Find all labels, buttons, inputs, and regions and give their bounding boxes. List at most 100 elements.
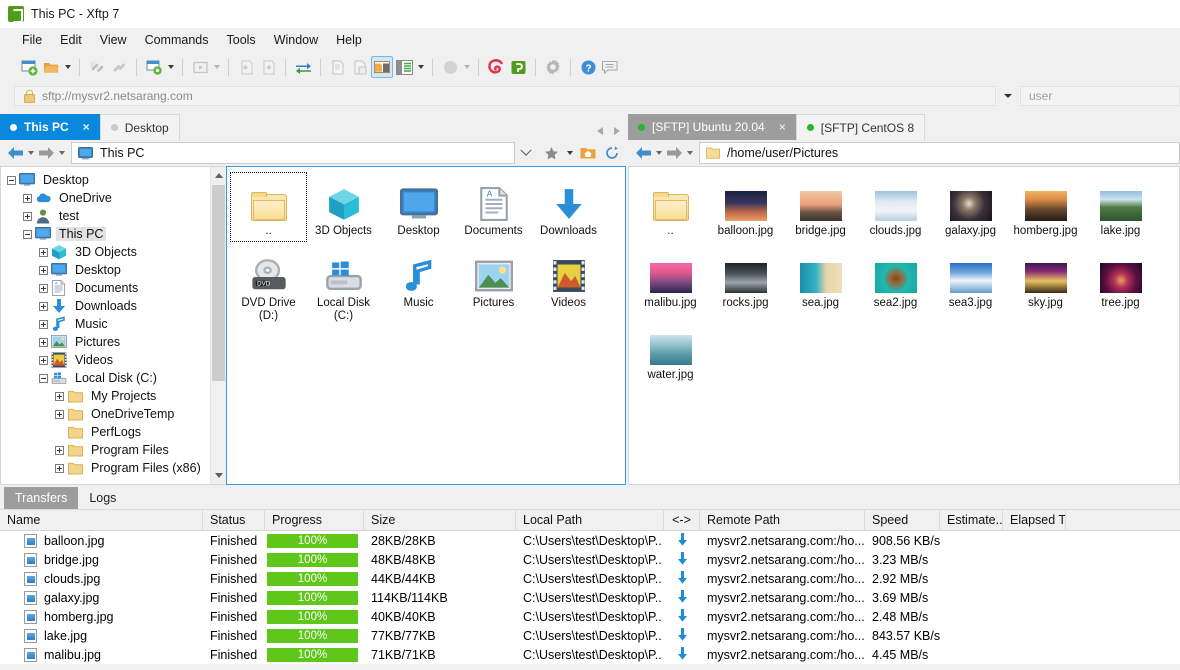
- table-row[interactable]: galaxy.jpgFinished100%114KB/114KBC:\User…: [0, 588, 1180, 607]
- tree-item-local-disk-c[interactable]: Local Disk (C:): [1, 369, 226, 387]
- xftp-icon[interactable]: [507, 56, 529, 78]
- remote-file-item[interactable]: balloon.jpg: [708, 173, 783, 241]
- close-icon[interactable]: ×: [83, 121, 90, 133]
- feedback-icon[interactable]: [599, 56, 621, 78]
- help-icon[interactable]: ?: [577, 56, 599, 78]
- forward-history-dropdown-icon[interactable]: [56, 142, 67, 164]
- favorites-dropdown-icon[interactable]: [564, 142, 575, 164]
- menu-window[interactable]: Window: [265, 30, 327, 50]
- table-row[interactable]: balloon.jpgFinished100%28KB/28KBC:\Users…: [0, 531, 1180, 550]
- expand-icon[interactable]: [55, 410, 64, 419]
- file-item[interactable]: Desktop: [381, 173, 456, 241]
- table-row[interactable]: lake.jpgFinished100%77KB/77KBC:\Users\te…: [0, 626, 1180, 645]
- menu-commands[interactable]: Commands: [136, 30, 218, 50]
- tree-item-3d-objects[interactable]: 3D Objects: [1, 243, 226, 261]
- menu-tools[interactable]: Tools: [218, 30, 265, 50]
- file-item[interactable]: ..: [231, 173, 306, 241]
- tree-item-test[interactable]: test: [1, 207, 226, 225]
- session-properties-icon[interactable]: [143, 56, 165, 78]
- folder-pane-toggle-icon[interactable]: [371, 56, 393, 78]
- back-history-dropdown-icon[interactable]: [25, 142, 36, 164]
- expand-icon[interactable]: [55, 446, 64, 455]
- open-folder-dropdown-icon[interactable]: [62, 56, 73, 78]
- chevron-left-icon[interactable]: [597, 127, 603, 135]
- user-input[interactable]: user: [1020, 86, 1180, 106]
- tab-transfers[interactable]: Transfers: [4, 487, 78, 509]
- session-properties-dropdown-icon[interactable]: [165, 56, 176, 78]
- file-item[interactable]: 3D Objects: [306, 173, 381, 241]
- tree-item-videos[interactable]: Videos: [1, 351, 226, 369]
- tree-item-music[interactable]: Music: [1, 315, 226, 333]
- table-row[interactable]: malibu.jpgFinished100%71KB/71KBC:\Users\…: [0, 645, 1180, 664]
- remote-file-item[interactable]: tree.jpg: [1083, 245, 1158, 313]
- tab-logs[interactable]: Logs: [78, 487, 127, 509]
- remote-file-list[interactable]: ..balloon.jpgbridge.jpgclouds.jpggalaxy.…: [628, 166, 1180, 485]
- expand-icon[interactable]: [39, 266, 48, 275]
- column-header[interactable]: Size: [364, 510, 516, 530]
- remote-file-item[interactable]: water.jpg: [633, 317, 708, 385]
- remote-file-item[interactable]: sea2.jpg: [858, 245, 933, 313]
- tree-item-onedrive[interactable]: OneDrive: [1, 189, 226, 207]
- expand-icon[interactable]: [39, 248, 48, 257]
- synchronize-icon[interactable]: [292, 56, 314, 78]
- tree-item-program-files[interactable]: Program Files: [1, 441, 226, 459]
- remote-file-item[interactable]: ..: [633, 173, 708, 241]
- file-item[interactable]: Videos: [531, 245, 606, 326]
- tree-item-downloads[interactable]: Downloads: [1, 297, 226, 315]
- file-item[interactable]: Downloads: [531, 173, 606, 241]
- remote-file-item[interactable]: sea3.jpg: [933, 245, 1008, 313]
- table-row[interactable]: clouds.jpgFinished100%44KB/44KBC:\Users\…: [0, 569, 1180, 588]
- folder-tree-pane[interactable]: DesktopOneDrivetestThis PC3D ObjectsDesk…: [0, 166, 226, 485]
- file-item[interactable]: Music: [381, 245, 456, 326]
- remote-file-item[interactable]: lake.jpg: [1083, 173, 1158, 241]
- back-arrow-icon[interactable]: [633, 142, 653, 164]
- remote-file-item[interactable]: rocks.jpg: [708, 245, 783, 313]
- forward-arrow-icon[interactable]: [664, 142, 684, 164]
- star-icon[interactable]: [540, 142, 562, 164]
- tree-item-desktop[interactable]: Desktop: [1, 261, 226, 279]
- tree-item-desktop[interactable]: Desktop: [1, 171, 226, 189]
- menu-view[interactable]: View: [91, 30, 136, 50]
- expand-icon[interactable]: [55, 464, 64, 473]
- column-header[interactable]: Elapsed T...: [1003, 510, 1066, 530]
- close-icon[interactable]: ×: [779, 121, 786, 133]
- collapse-icon[interactable]: [39, 374, 48, 383]
- new-session-icon[interactable]: [18, 56, 40, 78]
- chevron-down-icon[interactable]: [515, 149, 537, 157]
- remote-file-item[interactable]: homberg.jpg: [1008, 173, 1083, 241]
- home-folder-icon[interactable]: [577, 142, 599, 164]
- expand-icon[interactable]: [39, 338, 48, 347]
- gear-options-icon[interactable]: [542, 56, 564, 78]
- expand-icon[interactable]: [39, 302, 48, 311]
- column-header[interactable]: Speed: [865, 510, 940, 530]
- file-item[interactable]: DVDDVD Drive (D:): [231, 245, 306, 326]
- scroll-up-icon[interactable]: [211, 167, 226, 184]
- scrollbar-thumb[interactable]: [212, 185, 225, 381]
- menu-edit[interactable]: Edit: [51, 30, 91, 50]
- tree-item-my-projects[interactable]: My Projects: [1, 387, 226, 405]
- tab-sftp-centos[interactable]: [SFTP] CentOS 8: [796, 114, 925, 140]
- expand-icon[interactable]: [55, 392, 64, 401]
- back-history-dropdown-icon[interactable]: [653, 142, 664, 164]
- column-header[interactable]: Local Path: [516, 510, 664, 530]
- file-item[interactable]: Local Disk (C:): [306, 245, 381, 326]
- remote-path-input[interactable]: /home/user/Pictures: [699, 142, 1180, 164]
- forward-arrow-icon[interactable]: [36, 142, 56, 164]
- sftp-url-input[interactable]: sftp://mysvr2.netsarang.com: [14, 86, 996, 106]
- remote-file-item[interactable]: galaxy.jpg: [933, 173, 1008, 241]
- collapse-icon[interactable]: [23, 230, 32, 239]
- chevron-down-icon[interactable]: [996, 94, 1020, 98]
- column-header[interactable]: Name: [0, 510, 203, 530]
- menu-file[interactable]: File: [13, 30, 51, 50]
- column-header[interactable]: Status: [203, 510, 265, 530]
- expand-icon[interactable]: [39, 284, 48, 293]
- menu-help[interactable]: Help: [327, 30, 371, 50]
- back-arrow-icon[interactable]: [5, 142, 25, 164]
- remote-file-item[interactable]: clouds.jpg: [858, 173, 933, 241]
- scroll-down-icon[interactable]: [211, 467, 226, 484]
- refresh-icon[interactable]: [601, 142, 623, 164]
- remote-file-item[interactable]: sky.jpg: [1008, 245, 1083, 313]
- tree-item-onedrivetemp[interactable]: OneDriveTemp: [1, 405, 226, 423]
- tab-scroll-buttons[interactable]: [597, 127, 620, 135]
- remote-file-item[interactable]: sea.jpg: [783, 245, 858, 313]
